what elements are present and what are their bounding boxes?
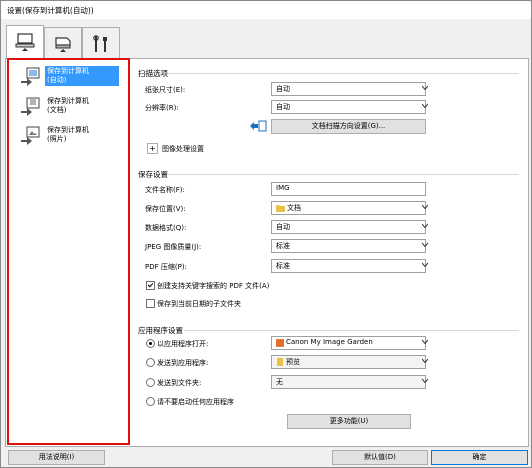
- open-with-label: 以应用程序打开:: [157, 340, 209, 348]
- more-functions-button[interactable]: 更多功能(U): [287, 414, 411, 429]
- orientation-settings-button[interactable]: 文档扫描方向设置(G)...: [271, 119, 426, 134]
- paper-size-label: 纸张尺寸(E):: [145, 86, 186, 94]
- file-name-value: IMG: [276, 184, 290, 192]
- scanner-icon: [55, 37, 71, 52]
- send-to-folder-label: 发送到文件夹:: [157, 379, 202, 387]
- save-to-computer-photo-icon: [21, 126, 40, 145]
- resolution-select[interactable]: 自动: [271, 100, 428, 114]
- open-with-radio[interactable]: [146, 339, 155, 348]
- app-icon: [276, 339, 284, 347]
- sidebar-item-line2: (文档): [47, 106, 67, 114]
- data-format-value: 自动: [276, 223, 290, 231]
- preview-app-icon: [277, 358, 283, 366]
- data-format-label: 数据格式(Q):: [145, 224, 187, 232]
- tab-bar: [1, 19, 531, 59]
- sidebar-item-auto[interactable]: 保存到计算机 (自动): [9, 64, 128, 92]
- defaults-button[interactable]: 默认值(D): [332, 450, 428, 465]
- keyword-pdf-checkbox[interactable]: [146, 281, 155, 290]
- save-in-value: 文档: [287, 204, 301, 212]
- send-to-folder-select[interactable]: 无: [271, 375, 428, 389]
- sidebar-item-photo[interactable]: 保存到计算机 (照片): [9, 123, 128, 151]
- sidebar-item-line2: (自动): [47, 76, 67, 84]
- send-to-folder-value: 无: [276, 378, 283, 386]
- save-to-computer-auto-icon: [21, 67, 40, 86]
- save-in-select[interactable]: 文档: [271, 201, 428, 215]
- file-name-label: 文件名称(F):: [145, 186, 185, 194]
- expand-icon[interactable]: +: [147, 143, 158, 154]
- sidebar-item-label: 保存到计算机 (照片): [45, 125, 119, 145]
- sidebar-item-line1: 保存到计算机: [47, 97, 89, 105]
- paper-size-select[interactable]: 自动: [271, 82, 428, 96]
- divider: [167, 174, 519, 175]
- file-name-input[interactable]: IMG: [271, 182, 426, 196]
- send-to-app-label: 发送到应用程序:: [157, 359, 209, 367]
- save-settings-heading: 保存设置: [138, 170, 168, 179]
- divider: [167, 73, 519, 74]
- tab-general-settings[interactable]: [82, 27, 120, 58]
- jpeg-quality-select[interactable]: 标准: [271, 239, 428, 253]
- computer-scan-icon: [15, 33, 35, 51]
- save-in-label: 保存位置(V):: [145, 205, 186, 213]
- jpeg-quality-label: JPEG 图像质量(J):: [145, 243, 202, 251]
- scan-mode-list: 保存到计算机 (自动) 保存到计算机 (文档) 保存到计算机 (照片): [7, 58, 130, 445]
- open-with-select[interactable]: Canon My Image Garden: [271, 336, 428, 350]
- image-processing-label: 图像处理设置: [162, 145, 204, 153]
- send-to-folder-radio[interactable]: [146, 378, 155, 387]
- folder-icon: [276, 205, 285, 212]
- window-title: 设置(保存到计算机(自动)): [7, 6, 94, 15]
- tab-scan-from-operation-panel[interactable]: [44, 27, 82, 58]
- sidebar-item-label: 保存到计算机 (自动): [45, 66, 119, 86]
- sidebar-item-document[interactable]: 保存到计算机 (文档): [9, 94, 128, 122]
- resolution-label: 分辨率(R):: [145, 104, 179, 112]
- app-settings-heading: 应用程序设置: [138, 326, 183, 335]
- send-to-app-radio[interactable]: [146, 358, 155, 367]
- pdf-compression-select[interactable]: 标准: [271, 259, 428, 273]
- ok-button[interactable]: 确定: [431, 450, 528, 465]
- scan-options-heading: 扫描选项: [138, 69, 168, 78]
- subfolder-checkbox[interactable]: [146, 299, 155, 308]
- pdf-compression-label: PDF 压缩(P):: [145, 263, 187, 271]
- send-to-app-value: 预览: [286, 358, 300, 366]
- subfolder-label: 保存到当前日期的子文件夹: [157, 300, 241, 308]
- divider: [184, 330, 519, 331]
- save-to-computer-document-icon: [21, 97, 40, 116]
- open-with-value: Canon My Image Garden: [286, 338, 373, 346]
- keyword-pdf-label: 创建支持关键字搜索的 PDF 文件(A): [157, 282, 270, 290]
- help-button[interactable]: 用法说明(I): [8, 450, 105, 465]
- paper-size-value: 自动: [276, 85, 290, 93]
- tab-scan-from-computer[interactable]: [6, 25, 44, 59]
- do-not-start-label: 请不要启动任何应用程序: [157, 398, 234, 406]
- sidebar-item-line1: 保存到计算机: [47, 126, 89, 134]
- jpeg-quality-value: 标准: [276, 242, 290, 250]
- do-not-start-radio[interactable]: [146, 397, 155, 406]
- sidebar-item-line1: 保存到计算机: [47, 67, 89, 75]
- tools-icon: [93, 35, 107, 52]
- pdf-compression-value: 标准: [276, 262, 290, 270]
- title-bar: 设置(保存到计算机(自动)): [1, 1, 531, 19]
- document-orientation-icon: [250, 120, 267, 132]
- send-to-app-select[interactable]: 预览: [271, 355, 428, 369]
- sidebar-item-label: 保存到计算机 (文档): [45, 96, 119, 116]
- resolution-value: 自动: [276, 103, 290, 111]
- settings-window: 设置(保存到计算机(自动)) 保存到计算机 (自动) 保存到计算机 (文档) 保…: [0, 0, 532, 468]
- sidebar-item-line2: (照片): [47, 135, 67, 143]
- data-format-select[interactable]: 自动: [271, 220, 428, 234]
